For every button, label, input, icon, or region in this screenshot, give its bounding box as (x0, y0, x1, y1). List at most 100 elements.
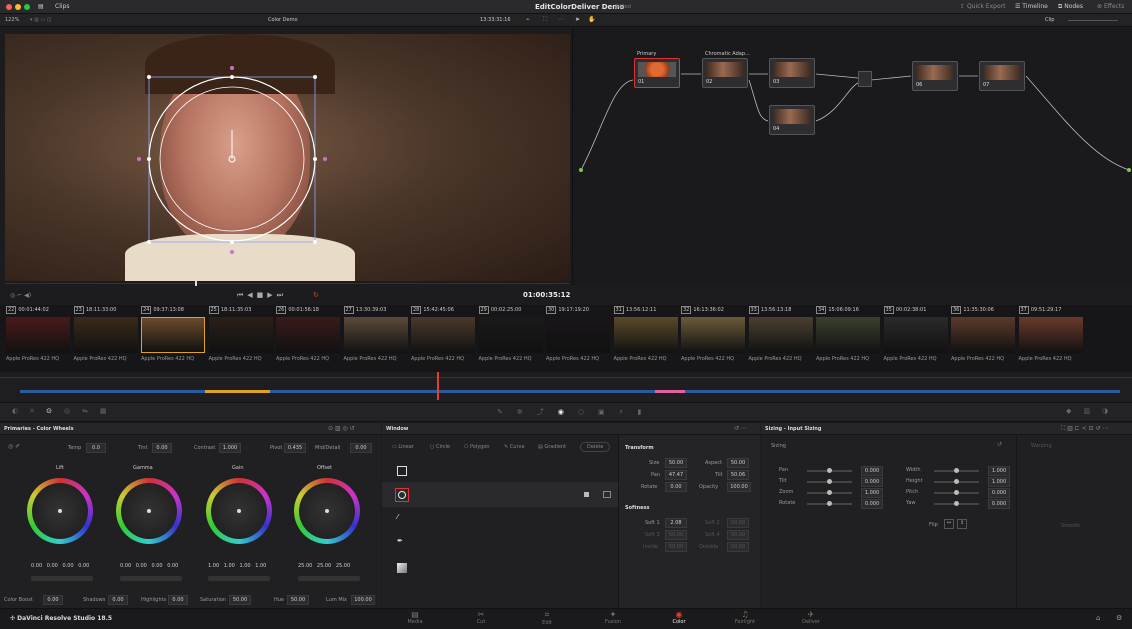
timeline-toggle-button[interactable]: ☰ Timeline (1015, 3, 1048, 10)
loop-icon[interactable]: ↻ (313, 291, 319, 299)
page-tab-deliver[interactable]: ✈ Deliver (791, 610, 831, 625)
quick-export-button[interactable]: ⇪ Quick Export (960, 3, 1005, 10)
gamma-values[interactable]: 0.00 0.00 0.00 0.00 (120, 563, 178, 569)
sizing-width-slider[interactable] (934, 468, 979, 473)
viewer-mode-icons[interactable]: ▾ ▥ ▭ ◫ (30, 17, 51, 23)
viewer-image[interactable] (5, 34, 570, 281)
soft1-value[interactable]: 2.08 (665, 518, 687, 528)
page-tab-fairlight[interactable]: ♫ Fairlight (725, 610, 765, 625)
outside-value[interactable]: 50.00 (727, 542, 749, 552)
node-01[interactable]: 01 (634, 58, 680, 88)
sizing-yaw-slider[interactable] (934, 501, 979, 506)
flip-vertical-icon[interactable]: ↕ (957, 519, 967, 529)
lift-wheel[interactable] (27, 478, 93, 544)
pointer-tool-icon[interactable]: ➤ (575, 16, 580, 23)
linear-tool[interactable]: ▭ Linear (392, 444, 414, 450)
clip-thumbnail[interactable] (883, 317, 948, 353)
node-07[interactable]: 07 (979, 61, 1025, 91)
sizing-height-slider[interactable] (934, 479, 979, 484)
clip-thumbnail[interactable] (411, 317, 475, 353)
clip-thumbnail[interactable] (613, 317, 678, 353)
left-palette-icons[interactable]: ◐⌗⊙◎⇋▦ (12, 407, 119, 416)
fullscreen-icon[interactable]: ⛶ (543, 16, 547, 24)
sizing-rotate-value[interactable]: 0.000 (861, 499, 883, 509)
page-tab-media[interactable]: ▤ Media (395, 610, 435, 625)
clip-thumbnail[interactable] (141, 317, 205, 353)
polygon-tool[interactable]: ⬠ Polygon (464, 444, 490, 450)
sizing-pitch-value[interactable]: 0.000 (988, 488, 1010, 498)
lummix-value[interactable]: 100.00 (351, 595, 375, 605)
flip-horizontal-icon[interactable]: ↔ (944, 519, 954, 529)
sizing-reset-icon[interactable]: ↺ (997, 441, 1002, 448)
tint-value[interactable]: 0.00 (152, 443, 172, 453)
aspect-value[interactable]: 50.00 (727, 458, 749, 468)
lift-master-slider[interactable] (31, 576, 93, 581)
polygon-window-icon[interactable]: ⁄ (397, 513, 398, 521)
sizing-tilt-value[interactable]: 0.000 (861, 477, 883, 487)
node-03[interactable]: 03 (769, 58, 815, 88)
sizing-width-value[interactable]: 1.000 (988, 466, 1010, 476)
transport-controls[interactable]: ⏮◀■▶⏭ (237, 291, 287, 300)
clip-thumbnail[interactable] (951, 317, 1015, 353)
hue-value[interactable]: 50.00 (287, 595, 309, 605)
window-item-linear[interactable] (382, 459, 618, 483)
offset-wheel[interactable] (294, 478, 360, 544)
bypass-icon[interactable]: ⌁ (526, 16, 530, 23)
clips-menu[interactable]: Clips (55, 3, 69, 10)
primaries-mode-icons[interactable]: ⊙ ▥ ◎ ↺ (328, 425, 355, 432)
clip-thumbnail[interactable] (276, 317, 340, 353)
sizing-mode-icons[interactable]: ⛶ ▥ ⊏ ≺ ⊡ ↺ ⋯ (1061, 425, 1108, 433)
colorboost-value[interactable]: 0.00 (43, 595, 63, 605)
shadows-value[interactable]: 0.00 (108, 595, 128, 605)
sizing-rotate-slider[interactable] (807, 501, 852, 506)
media-pool-icon[interactable]: ▤ (38, 3, 44, 10)
minimize-window-icon[interactable] (15, 4, 21, 10)
sizing-yaw-value[interactable]: 0.000 (988, 499, 1010, 509)
effects-toggle-button[interactable]: ⊛ Effects (1097, 3, 1124, 10)
clip-thumbnail[interactable] (546, 317, 610, 353)
window-enabled-icon[interactable] (584, 492, 589, 497)
marked-clip-segment[interactable] (655, 390, 685, 393)
node-04[interactable]: 04 (769, 105, 815, 135)
clip-thumbnail[interactable] (343, 317, 408, 353)
curve-tool[interactable]: ✎ Curve (504, 444, 525, 450)
middetail-value[interactable]: 0.00 (350, 443, 372, 453)
lift-values[interactable]: 0.00 0.00 0.00 0.00 (31, 563, 89, 569)
tilt-value[interactable]: 50.06 (727, 470, 749, 480)
size-value[interactable]: 50.00 (665, 458, 687, 468)
scrubber-playhead[interactable] (195, 281, 197, 286)
delete-window-button[interactable]: Delete (580, 442, 611, 452)
gain-wheel[interactable] (206, 478, 272, 544)
temp-value[interactable]: 0.0 (86, 443, 106, 453)
opacity-value[interactable]: 100.00 (727, 482, 751, 492)
viewer-scrubber[interactable] (5, 283, 570, 284)
pivot-value[interactable]: 0.435 (284, 443, 306, 453)
inside-value[interactable]: 50.00 (665, 542, 687, 552)
gamma-wheel[interactable] (116, 478, 182, 544)
sizing-pan-slider[interactable] (807, 468, 852, 473)
sizing-pitch-slider[interactable] (934, 490, 979, 495)
sizing-tilt-slider[interactable] (807, 479, 852, 484)
node-06[interactable]: 06 (912, 61, 958, 91)
soft2-value[interactable]: 50.00 (727, 518, 749, 528)
zoom-level[interactable]: 122% (5, 17, 19, 23)
video-track[interactable] (20, 390, 1120, 393)
clip-thumbnail[interactable] (208, 317, 273, 353)
nodes-toggle-button[interactable]: ⧉ Nodes (1058, 3, 1083, 11)
contrast-value[interactable]: 1.000 (219, 443, 241, 453)
sizing-zoom-slider[interactable] (807, 490, 852, 495)
clip-thumbnail[interactable] (816, 317, 880, 353)
sizing-pan-value[interactable]: 0.000 (861, 466, 883, 476)
power-window-overlay[interactable] (5, 34, 570, 281)
page-tab-color[interactable]: ◉ Color (659, 610, 699, 625)
gamma-master-slider[interactable] (120, 576, 182, 581)
clip-thumbnail[interactable] (748, 317, 813, 353)
home-icon[interactable]: ⌂ (1096, 614, 1100, 622)
clip-thumbnail[interactable] (478, 317, 543, 353)
node-mode-dropdown[interactable]: Clip (1045, 17, 1054, 23)
page-tab-edit[interactable]: ⌗ Edit (527, 610, 567, 626)
saturation-value[interactable]: 50.00 (229, 595, 251, 605)
viewer-options-icon[interactable]: ◎ ⌐ ◀) (10, 292, 31, 299)
clip-name-dropdown[interactable]: Color Demo (268, 17, 298, 23)
zoom-window-icon[interactable] (24, 4, 30, 10)
